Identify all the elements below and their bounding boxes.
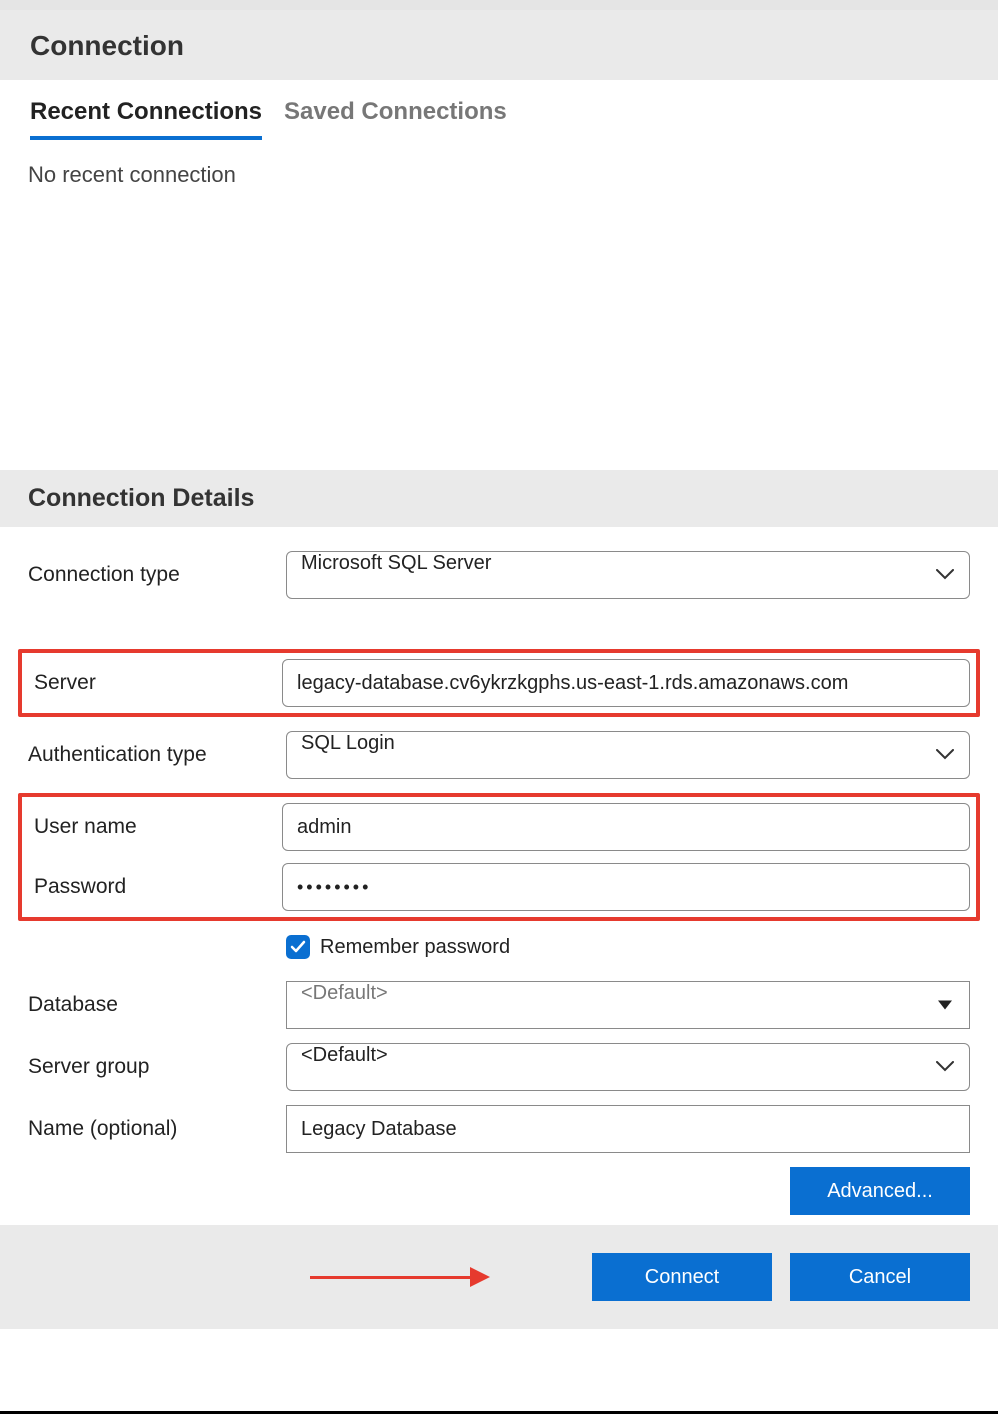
connection-header: Connection — [0, 10, 998, 80]
connection-type-select[interactable]: Microsoft SQL Server — [286, 551, 970, 599]
auth-type-select[interactable]: SQL Login — [286, 731, 970, 779]
server-group-select[interactable]: <Default> — [286, 1043, 970, 1091]
password-input[interactable]: •••••••• — [282, 863, 970, 911]
connection-details-form: Connection type Microsoft SQL Server Ser… — [0, 527, 998, 1225]
check-icon — [290, 939, 306, 955]
database-label: Database — [28, 993, 286, 1017]
connect-button[interactable]: Connect — [592, 1253, 772, 1301]
connection-title: Connection — [30, 30, 968, 62]
connection-details-header: Connection Details — [0, 470, 998, 527]
credentials-highlight: User name Password •••••••• — [18, 793, 980, 921]
server-label: Server — [28, 671, 282, 695]
arrow-annotation — [310, 1267, 490, 1287]
advanced-button[interactable]: Advanced... — [790, 1167, 970, 1215]
cancel-button[interactable]: Cancel — [790, 1253, 970, 1301]
password-label: Password — [28, 875, 282, 899]
dialog-footer: Connect Cancel — [0, 1225, 998, 1329]
database-combo[interactable]: <Default> — [286, 981, 970, 1029]
name-label: Name (optional) — [28, 1117, 286, 1141]
server-highlight: Server — [18, 649, 980, 717]
remember-password-checkbox[interactable] — [286, 935, 310, 959]
server-group-label: Server group — [28, 1055, 286, 1079]
name-input[interactable] — [286, 1105, 970, 1153]
server-input[interactable] — [282, 659, 970, 707]
connection-tabs: Recent Connections Saved Connections — [0, 80, 998, 140]
window-top-strip — [0, 0, 998, 10]
username-label: User name — [28, 815, 282, 839]
auth-type-label: Authentication type — [28, 743, 286, 767]
connection-type-label: Connection type — [28, 563, 286, 587]
tab-saved-connections[interactable]: Saved Connections — [284, 98, 507, 140]
no-recent-message: No recent connection — [28, 162, 970, 188]
remember-password-label: Remember password — [320, 936, 510, 959]
arrow-right-icon — [470, 1267, 490, 1287]
connection-details-title: Connection Details — [28, 484, 970, 513]
recent-connections-panel: No recent connection — [0, 140, 998, 470]
tab-recent-connections[interactable]: Recent Connections — [30, 98, 262, 140]
username-input[interactable] — [282, 803, 970, 851]
